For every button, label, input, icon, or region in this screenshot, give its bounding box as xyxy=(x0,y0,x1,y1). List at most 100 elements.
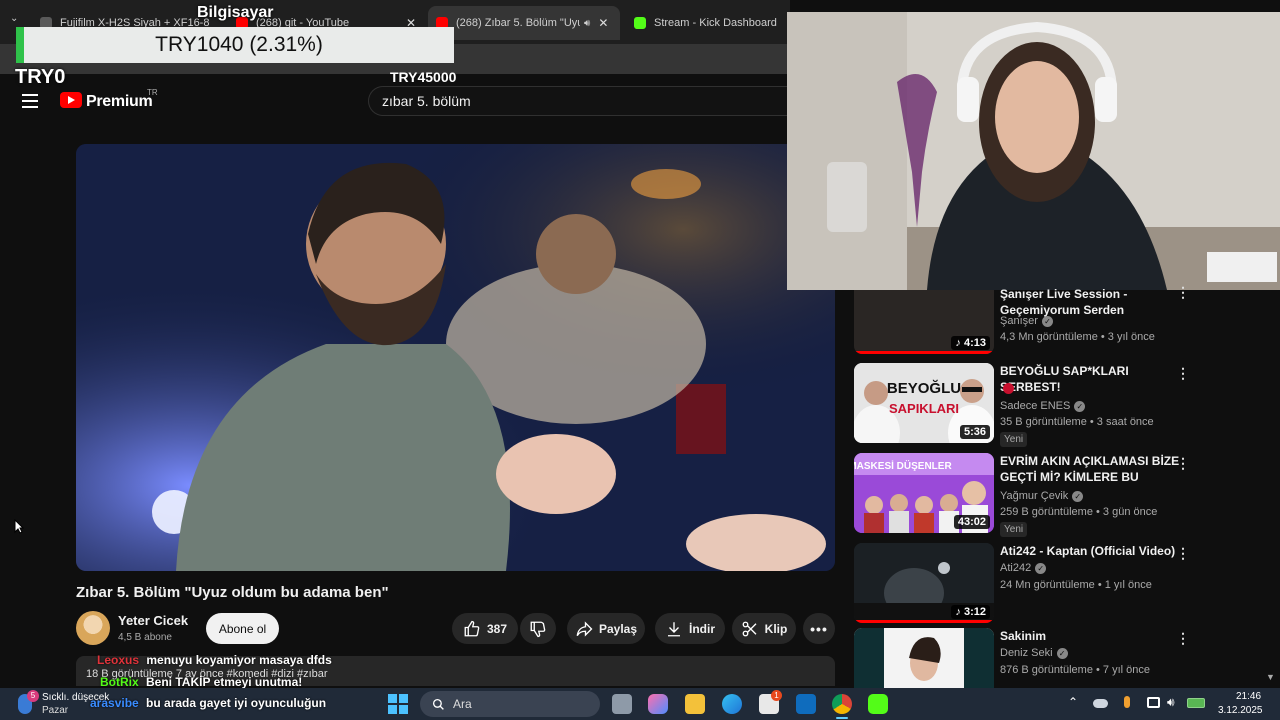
chrome-icon[interactable] xyxy=(832,694,852,714)
cloud-icon[interactable] xyxy=(1093,699,1108,708)
video-meta: 35 B görüntüleme • 3 saat önce xyxy=(1000,416,1154,428)
mouse-cursor-icon xyxy=(14,519,24,534)
windows-logo-icon xyxy=(388,694,397,703)
video-thumbnail[interactable]: BEYOĞLU SAPIKLARI 5:36 xyxy=(854,363,994,443)
active-app-indicator xyxy=(836,717,848,719)
kick-favicon-icon xyxy=(634,17,646,29)
network-icon[interactable] xyxy=(1147,697,1160,708)
recommended-item[interactable]: MASKESİ DÜŞENLER 43:02 EVRİM AKIN AÇIKLA… xyxy=(854,453,1274,537)
more-vertical-icon[interactable]: ⋮ xyxy=(1176,284,1190,301)
outlook-icon[interactable] xyxy=(796,694,816,714)
video-title[interactable]: Ati242 - Kaptan (Official Video) xyxy=(1000,543,1180,559)
clip-button[interactable]: Klip xyxy=(732,613,796,644)
verified-icon: ✓ xyxy=(1074,400,1086,412)
like-count: 387 xyxy=(486,621,508,636)
menu-icon[interactable] xyxy=(22,94,38,108)
duration-badge: ♪ 4:13 xyxy=(951,336,990,350)
scroll-down-arrow-icon[interactable]: ▼ xyxy=(1266,672,1275,682)
channel-name[interactable]: Ati242 ✓ xyxy=(1000,562,1047,574)
video-title[interactable]: Şanışer Live Session - Geçemiyorum Serde… xyxy=(1000,286,1180,318)
subscriber-count: 4,5 B abone xyxy=(118,632,172,643)
channel-name[interactable]: Şanışer ✓ xyxy=(1000,315,1053,327)
screen: ⌄ Fujifilm X-H2S Siyah + XF16-80 (268) g… xyxy=(0,0,1280,720)
clip-label: Klip xyxy=(764,621,788,636)
like-button[interactable]: 387 xyxy=(452,613,518,644)
more-vertical-icon[interactable]: ⋮ xyxy=(1176,455,1190,472)
new-badge: Yeni xyxy=(1000,522,1028,537)
copilot-icon[interactable] xyxy=(648,694,668,714)
more-horizontal-icon: ••• xyxy=(810,620,828,637)
more-actions-button[interactable]: ••• xyxy=(803,613,835,644)
tab-kick-dashboard[interactable]: Stream - Kick Dashboard xyxy=(634,9,784,37)
tab-search-dropdown-icon[interactable]: ⌄ xyxy=(10,13,18,24)
svg-text:SAPIKLARI: SAPIKLARI xyxy=(889,401,959,416)
speaker-icon[interactable]: 🔊︎ xyxy=(584,18,590,29)
share-label: Paylaş xyxy=(598,621,638,636)
watch-progress-bar xyxy=(854,620,994,623)
download-icon xyxy=(668,621,680,636)
svg-text:MASKESİ DÜŞENLER: MASKESİ DÜŞENLER xyxy=(854,459,952,472)
red-circle-icon xyxy=(1003,383,1014,394)
verified-icon: ✓ xyxy=(1035,562,1047,574)
chat-message: BotRix Beni TAKİP etmeyi unutma! xyxy=(100,675,302,689)
video-player[interactable] xyxy=(76,144,835,571)
video-thumbnail[interactable] xyxy=(854,628,994,688)
search-icon xyxy=(432,698,444,710)
share-icon xyxy=(576,620,593,637)
video-thumbnail[interactable]: ♪ 3:12 xyxy=(854,543,994,623)
edge-icon[interactable] xyxy=(722,694,742,714)
chat-message: Leoxus menuyu koyamiyor masaya dfds xyxy=(97,653,332,667)
search-placeholder: Ara xyxy=(453,697,472,711)
channel-name[interactable]: Sadece ENES ✓ xyxy=(1000,400,1086,412)
video-meta: 259 B görüntüleme • 3 gün önce xyxy=(1000,506,1158,518)
donation-total: TRY0 xyxy=(15,66,66,88)
new-badge: Yeni xyxy=(1000,432,1028,447)
volume-icon[interactable]: 🔊︎ xyxy=(1167,695,1175,710)
dislike-button[interactable] xyxy=(520,613,556,644)
more-vertical-icon[interactable]: ⋮ xyxy=(1176,365,1190,382)
clock-time[interactable]: 21:46 xyxy=(1236,691,1261,702)
store-badge: 1 xyxy=(771,690,782,701)
recommended-item[interactable]: BEYOĞLU SAPIKLARI 5:36 BEYOĞLU SAP*KLARI… xyxy=(854,363,1274,447)
music-note-icon: ♪ xyxy=(955,606,964,618)
tab-youtube-zibar[interactable]: (268) Zıbar 5. Bölüm "Uyuz 🔊︎ ✕ xyxy=(428,6,620,40)
music-note-icon: ♪ xyxy=(955,337,964,349)
file-explorer-icon[interactable] xyxy=(685,694,705,714)
show-hidden-icons-icon[interactable]: ⌃ xyxy=(1068,695,1078,709)
chat-text: Beni TAKİP etmeyi unutma! xyxy=(146,675,303,689)
verified-icon: ✓ xyxy=(1056,647,1068,659)
subscribe-button[interactable]: Abone ol xyxy=(206,613,279,644)
video-meta: 24 Mn görüntüleme • 1 yıl önce xyxy=(1000,579,1152,591)
close-tab-icon[interactable]: ✕ xyxy=(598,16,608,30)
chat-text: menuyu koyamiyor masaya dfds xyxy=(146,653,332,667)
microphone-icon[interactable] xyxy=(1124,696,1130,708)
share-button[interactable]: Paylaş xyxy=(567,613,645,644)
battery-icon[interactable] xyxy=(1187,698,1205,708)
video-thumbnail[interactable]: ♪ 4:13 xyxy=(854,290,994,354)
channel-name[interactable]: Deniz Seki ✓ xyxy=(1000,647,1068,659)
recommended-item[interactable]: ♪ 3:12 Ati242 - Kaptan (Official Video) … xyxy=(854,543,1274,623)
download-button[interactable]: İndir xyxy=(655,613,725,644)
clock-date[interactable]: 3.12.2025 xyxy=(1218,705,1263,716)
task-view-icon[interactable] xyxy=(612,694,632,714)
video-meta: 4,3 Mn görüntüleme • 3 yıl önce xyxy=(1000,331,1155,343)
taskbar-search[interactable]: Ara xyxy=(420,691,600,717)
video-frame xyxy=(76,144,835,571)
stream-app-icon[interactable] xyxy=(868,694,888,714)
more-vertical-icon[interactable]: ⋮ xyxy=(1176,545,1190,562)
recommended-item[interactable]: ♪ 4:13 Şanışer Live Session - Geçemiyoru… xyxy=(854,284,1274,356)
chat-user: BotRix xyxy=(100,675,139,689)
channel-name[interactable]: Yeter Cicek xyxy=(118,613,188,628)
video-title[interactable]: BEYOĞLU SAP*KLARI SERBEST! xyxy=(1000,363,1180,395)
video-title[interactable]: Sakinim xyxy=(1000,628,1180,644)
video-thumbnail[interactable]: MASKESİ DÜŞENLER 43:02 xyxy=(854,453,994,533)
youtube-logo-icon[interactable] xyxy=(60,92,82,108)
more-vertical-icon[interactable]: ⋮ xyxy=(1176,630,1190,647)
video-title[interactable]: EVRİM AKIN AÇIKLAMASI BİZE GEÇTİ Mİ? KİM… xyxy=(1000,453,1180,485)
channel-avatar[interactable] xyxy=(76,611,110,645)
recommended-item[interactable]: Sakinim Deniz Seki ✓ 876 B görüntüleme • … xyxy=(854,628,1274,688)
channel-name[interactable]: Yağmur Çevik ✓ xyxy=(1000,490,1084,502)
premium-label[interactable]: Premium xyxy=(86,93,153,111)
search-input[interactable]: zıbar 5. bölüm xyxy=(368,86,788,116)
start-button[interactable] xyxy=(388,694,408,714)
